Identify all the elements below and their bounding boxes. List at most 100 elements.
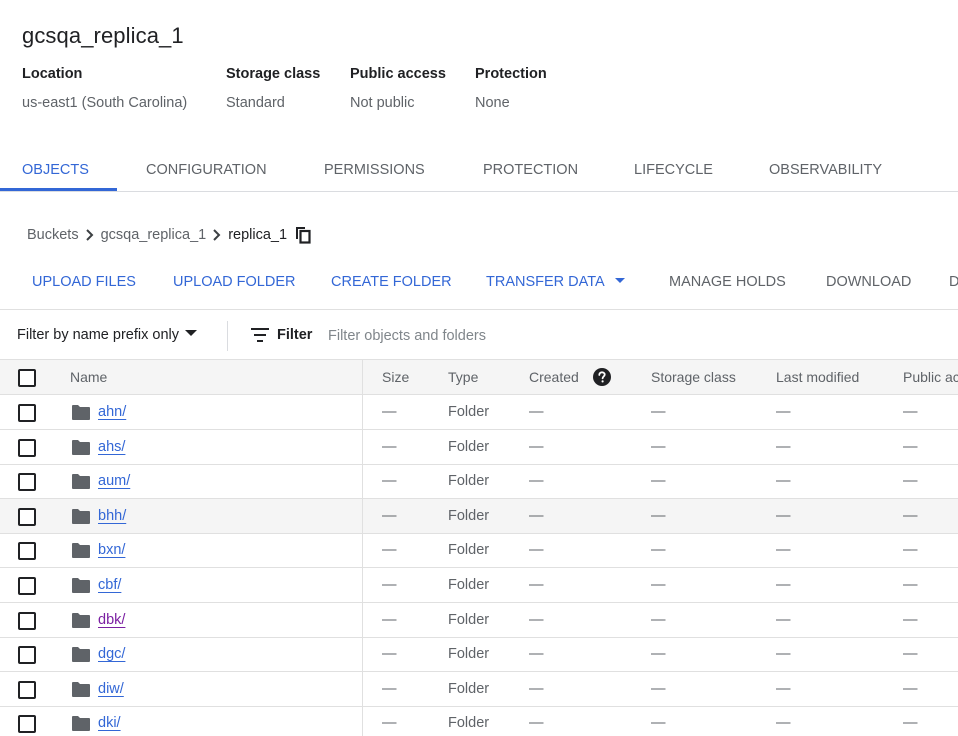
folder-link[interactable]: dbk/ xyxy=(98,612,125,628)
filter-input[interactable] xyxy=(328,324,928,348)
row-checkbox[interactable] xyxy=(18,715,36,733)
meta-label: Location xyxy=(22,66,83,82)
last-modified-cell: — xyxy=(776,439,791,455)
upload-files-button[interactable]: UPLOAD FILES xyxy=(32,270,136,294)
manage-holds-button[interactable]: MANAGE HOLDS xyxy=(669,270,786,294)
tab-lifecycle[interactable]: Lifecycle xyxy=(634,152,713,192)
select-all-checkbox[interactable] xyxy=(18,369,36,387)
row-checkbox[interactable] xyxy=(18,473,36,491)
size-cell: — xyxy=(382,577,397,593)
table-row[interactable]: diw/ — Folder — — — — xyxy=(0,672,958,707)
filter-mode-select[interactable]: Filter by name prefix only xyxy=(17,327,197,343)
folder-link[interactable]: dgc/ xyxy=(98,646,125,662)
folder-link[interactable]: cbf/ xyxy=(98,577,121,593)
transfer-data-button[interactable]: TRANSFER DATA xyxy=(486,270,625,294)
column-header-storage-class[interactable]: Storage class xyxy=(651,360,736,394)
tab-objects[interactable]: Objects xyxy=(22,152,89,192)
row-checkbox[interactable] xyxy=(18,542,36,560)
row-checkbox[interactable] xyxy=(18,404,36,422)
tab-permissions[interactable]: Permissions xyxy=(324,152,425,192)
storage-class-cell: — xyxy=(651,612,666,628)
storage-class-cell: — xyxy=(651,542,666,558)
create-folder-button[interactable]: CREATE FOLDER xyxy=(331,270,452,294)
copy-icon[interactable] xyxy=(295,226,311,244)
table-row[interactable]: dbk/ — Folder — — — — xyxy=(0,603,958,638)
upload-folder-button[interactable]: UPLOAD FOLDER xyxy=(173,270,295,294)
folder-icon xyxy=(72,404,90,420)
breadcrumb-bucket[interactable]: gcsqa_replica_1 xyxy=(101,227,207,243)
type-cell: Folder xyxy=(448,612,490,628)
column-divider xyxy=(362,706,363,736)
table-row[interactable]: ahs/ — Folder — — — — xyxy=(0,430,958,465)
column-header-last-modified[interactable]: Last modified xyxy=(776,360,859,394)
table-row[interactable]: dki/ — Folder — — — — xyxy=(0,706,958,736)
size-cell: — xyxy=(382,646,397,662)
tab-observability[interactable]: Observability xyxy=(769,152,882,192)
table-row[interactable]: ahn/ — Folder — — — — xyxy=(0,395,958,430)
folder-link[interactable]: bxn/ xyxy=(98,542,125,558)
name-cell: ahs/ xyxy=(72,430,125,464)
tab-configuration[interactable]: Configuration xyxy=(146,152,267,192)
column-header-name[interactable]: Name xyxy=(70,360,107,394)
type-cell: Folder xyxy=(448,508,490,524)
column-resize-handle[interactable] xyxy=(362,360,363,394)
column-header-size[interactable]: Size xyxy=(382,360,409,394)
help-icon[interactable] xyxy=(592,368,611,386)
filter-mode-label: Filter by name prefix only xyxy=(17,327,179,343)
last-modified-cell: — xyxy=(776,404,791,420)
meta-location: Location us-east1 (South Carolina) xyxy=(22,66,187,112)
tab-protection[interactable]: Protection xyxy=(483,152,578,192)
column-divider xyxy=(362,533,363,567)
storage-class-cell: — xyxy=(651,646,666,662)
last-modified-cell: — xyxy=(776,715,791,731)
row-checkbox[interactable] xyxy=(18,577,36,595)
folder-link[interactable]: ahs/ xyxy=(98,439,125,455)
public-access-cell: — xyxy=(903,508,918,524)
public-access-cell: — xyxy=(903,646,918,662)
row-checkbox[interactable] xyxy=(18,646,36,664)
created-cell: — xyxy=(529,577,544,593)
breadcrumb-buckets[interactable]: Buckets xyxy=(27,227,79,243)
filter-icon[interactable] xyxy=(251,328,269,347)
folder-icon xyxy=(72,577,90,593)
table-row[interactable]: bxn/ — Folder — — — — xyxy=(0,533,958,568)
column-divider xyxy=(362,430,363,464)
column-divider xyxy=(362,499,363,533)
folder-link[interactable]: dki/ xyxy=(98,715,121,731)
table-row[interactable]: bhh/ — Folder — — — — xyxy=(0,499,958,534)
row-checkbox[interactable] xyxy=(18,612,36,630)
name-cell: dki/ xyxy=(72,706,121,736)
delete-button[interactable]: D xyxy=(949,270,958,294)
caret-down-icon xyxy=(184,330,197,337)
row-checkbox[interactable] xyxy=(18,508,36,526)
folder-link[interactable]: bhh/ xyxy=(98,508,126,524)
filter-label: Filter xyxy=(277,327,313,343)
download-button[interactable]: DOWNLOAD xyxy=(826,270,911,294)
column-header-created-label: Created xyxy=(529,369,579,385)
size-cell: — xyxy=(382,404,397,420)
public-access-cell: — xyxy=(903,439,918,455)
size-cell: — xyxy=(382,542,397,558)
table-row[interactable]: aum/ — Folder — — — — xyxy=(0,464,958,499)
created-cell: — xyxy=(529,404,544,420)
column-header-created[interactable]: Created xyxy=(529,360,611,394)
column-header-public-access[interactable]: Public access xyxy=(903,360,958,394)
column-header-type[interactable]: Type xyxy=(448,360,478,394)
row-checkbox[interactable] xyxy=(18,681,36,699)
size-cell: — xyxy=(382,439,397,455)
table-row[interactable]: dgc/ — Folder — — — — xyxy=(0,637,958,672)
name-cell: cbf/ xyxy=(72,568,121,602)
type-cell: Folder xyxy=(448,715,490,731)
name-cell: bhh/ xyxy=(72,499,126,533)
table-row[interactable]: cbf/ — Folder — — — — xyxy=(0,568,958,603)
folder-link[interactable]: diw/ xyxy=(98,681,124,697)
folder-icon xyxy=(72,439,90,455)
created-cell: — xyxy=(529,681,544,697)
folder-link[interactable]: aum/ xyxy=(98,473,130,489)
row-checkbox[interactable] xyxy=(18,439,36,457)
type-cell: Folder xyxy=(448,681,490,697)
column-divider xyxy=(362,395,363,429)
type-cell: Folder xyxy=(448,439,490,455)
folder-icon xyxy=(72,646,90,662)
folder-link[interactable]: ahn/ xyxy=(98,404,126,420)
